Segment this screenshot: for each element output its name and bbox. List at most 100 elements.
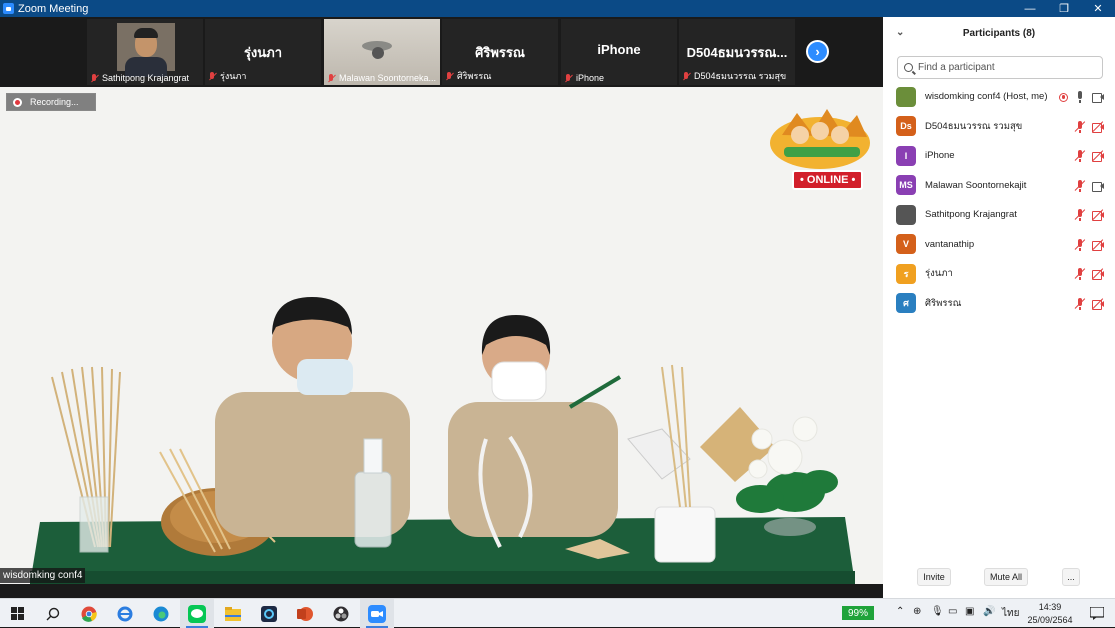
restore-button[interactable]: ❐	[1047, 0, 1081, 17]
video-tile[interactable]: D504ธมนวรรณ... D504ธมนวรรณ รวมสุข	[679, 19, 795, 85]
thumbnail-strip: Sathitpong Krajangrat รุ่งนภา รุ่งนภา Ma…	[0, 17, 883, 87]
system-clock[interactable]: 14:39 25/09/2564	[1024, 601, 1076, 627]
avatar: Ds	[896, 116, 916, 137]
video-off-icon[interactable]	[1092, 120, 1104, 133]
muted-microphone-icon[interactable]	[1074, 268, 1086, 280]
internet-explorer-icon[interactable]	[108, 599, 142, 628]
participant-name: vantanathip	[925, 238, 975, 250]
panel-title: Participants (8)	[962, 28, 1036, 39]
clock-time: 14:39	[1038, 602, 1062, 612]
search-icon[interactable]	[36, 599, 70, 628]
tile-caption: D504ธมนวรรณ รวมสุข	[694, 71, 787, 81]
chrome-icon[interactable]	[72, 599, 106, 628]
muted-microphone-icon[interactable]	[1074, 179, 1086, 192]
video-camera-icon[interactable]	[1092, 91, 1104, 103]
avatar: MS	[896, 175, 916, 196]
taskbar: 99% ⌃ ⊕ 🎙 ▭ ▣ 🔊 ไทย 14:39 25/09/2564	[0, 598, 1115, 628]
participant-row[interactable]: Ds D504ธมนวรรณ รวมสุข	[883, 112, 1115, 142]
muted-microphone-icon[interactable]	[1074, 297, 1086, 310]
participant-name: Malawan Soontornekajit	[925, 179, 1027, 191]
video-tile[interactable]: Sathitpong Krajangrat	[87, 19, 203, 85]
microphone-icon[interactable]: 🎙	[931, 606, 944, 617]
video-off-icon[interactable]	[1092, 150, 1104, 162]
avatar	[896, 204, 916, 225]
battery-icon[interactable]: ▭	[948, 606, 957, 617]
avatar: I	[896, 145, 916, 166]
display-icon[interactable]: ▣	[965, 606, 974, 617]
recording-status-icon	[1059, 92, 1068, 102]
muted-mic-icon	[564, 73, 573, 83]
video-tile[interactable]: iPhone iPhone	[561, 19, 677, 85]
participant-search[interactable]	[897, 56, 1103, 79]
participant-name: D504ธมนวรรณ รวมสุข	[925, 120, 1023, 132]
webex-icon[interactable]	[252, 599, 286, 628]
video-tile[interactable]: รุ่งนภา รุ่งนภา	[205, 19, 321, 85]
active-speaker-label: wisdomking conf4	[0, 568, 86, 583]
mute-all-button[interactable]: Mute All	[984, 568, 1028, 586]
windows-start-icon[interactable]	[0, 599, 34, 628]
volume-icon[interactable]: 🔊	[983, 606, 995, 617]
online-badge: ONLINE	[792, 170, 864, 190]
video-off-icon[interactable]	[1092, 268, 1104, 280]
video-tile[interactable]: ศิริพรรณ ศิริพรรณ	[442, 19, 558, 85]
participant-row[interactable]: Sathitpong Krajangrat	[883, 200, 1115, 230]
file-explorer-icon[interactable]	[216, 599, 250, 628]
search-input[interactable]	[918, 62, 1098, 73]
powerpoint-icon[interactable]	[288, 599, 322, 628]
edge-icon[interactable]	[144, 599, 178, 628]
muted-mic-icon	[208, 71, 217, 81]
muted-mic-icon	[682, 71, 691, 81]
recording-label: Recording...	[30, 97, 79, 107]
muted-mic-icon	[445, 71, 454, 81]
line-app-icon[interactable]	[180, 599, 214, 628]
network-status-icon[interactable]: ⊕	[913, 606, 921, 617]
notification-icon[interactable]	[1080, 599, 1114, 628]
participant-row[interactable]: wisdomking conf4 (Host, me)	[883, 82, 1115, 112]
participant-row[interactable]: ร รุ่งนภา	[883, 259, 1115, 289]
more-button[interactable]: ...	[1062, 568, 1080, 586]
tile-name: รุ่งนภา	[243, 45, 283, 60]
participant-name: iPhone	[925, 150, 955, 162]
battery-indicator[interactable]: 99%	[842, 606, 874, 620]
muted-microphone-icon[interactable]	[1074, 150, 1086, 162]
avatar	[896, 86, 916, 107]
tile-name: iPhone	[597, 42, 641, 57]
participant-list: wisdomking conf4 (Host, me) Ds D504ธมนวรรณ…	[883, 82, 1115, 318]
participant-name: รุ่งนภา	[925, 268, 953, 280]
muted-microphone-icon[interactable]	[1074, 209, 1086, 221]
avatar: ศ	[896, 293, 916, 314]
video-tile[interactable]: Malawan Soontornekа...	[324, 19, 440, 85]
video-off-icon[interactable]	[1092, 297, 1104, 310]
participant-row[interactable]: IiPhone	[883, 141, 1115, 171]
microphone-icon[interactable]	[1074, 91, 1086, 103]
muted-microphone-icon[interactable]	[1074, 238, 1086, 251]
invite-button[interactable]: Invite	[917, 568, 951, 586]
muted-microphone-icon[interactable]	[1074, 120, 1086, 133]
minimize-button[interactable]: —	[1013, 0, 1047, 17]
video-scene	[0, 87, 883, 584]
tile-caption: iPhone	[576, 73, 605, 83]
participant-video	[117, 23, 175, 77]
video-camera-icon[interactable]	[1092, 180, 1104, 192]
participant-row[interactable]: MS Malawan Soontornekajit	[883, 171, 1115, 201]
close-button[interactable]: ✕	[1081, 0, 1115, 17]
record-icon	[13, 97, 22, 107]
search-icon	[904, 63, 913, 72]
recording-indicator[interactable]: Recording...	[6, 93, 96, 111]
chevron-down-icon[interactable]: ⌄	[896, 27, 904, 38]
main-video[interactable]: Recording... ONLINE wisdomking conf4	[0, 87, 883, 584]
next-page-arrow-icon[interactable]: ›	[806, 40, 829, 63]
video-off-icon[interactable]	[1092, 209, 1104, 221]
chevron-up-icon[interactable]: ⌃	[896, 606, 904, 617]
obs-icon[interactable]	[324, 599, 358, 628]
avatar: V	[896, 234, 916, 255]
video-off-icon[interactable]	[1092, 238, 1104, 251]
participant-row[interactable]: Vvantanathip	[883, 230, 1115, 260]
tile-name: D504ธมนวรรณ...	[686, 45, 788, 60]
zoom-app-icon[interactable]	[360, 599, 394, 628]
participant-row[interactable]: ศ ศิริพรรณ	[883, 289, 1115, 319]
participant-name: Sathitpong Krajangrat	[925, 209, 1017, 221]
tile-caption: Malawan Soontornekа...	[339, 73, 437, 83]
tile-name: ศิริพรรณ	[475, 45, 525, 60]
language-indicator[interactable]: ไทย	[1002, 606, 1019, 621]
